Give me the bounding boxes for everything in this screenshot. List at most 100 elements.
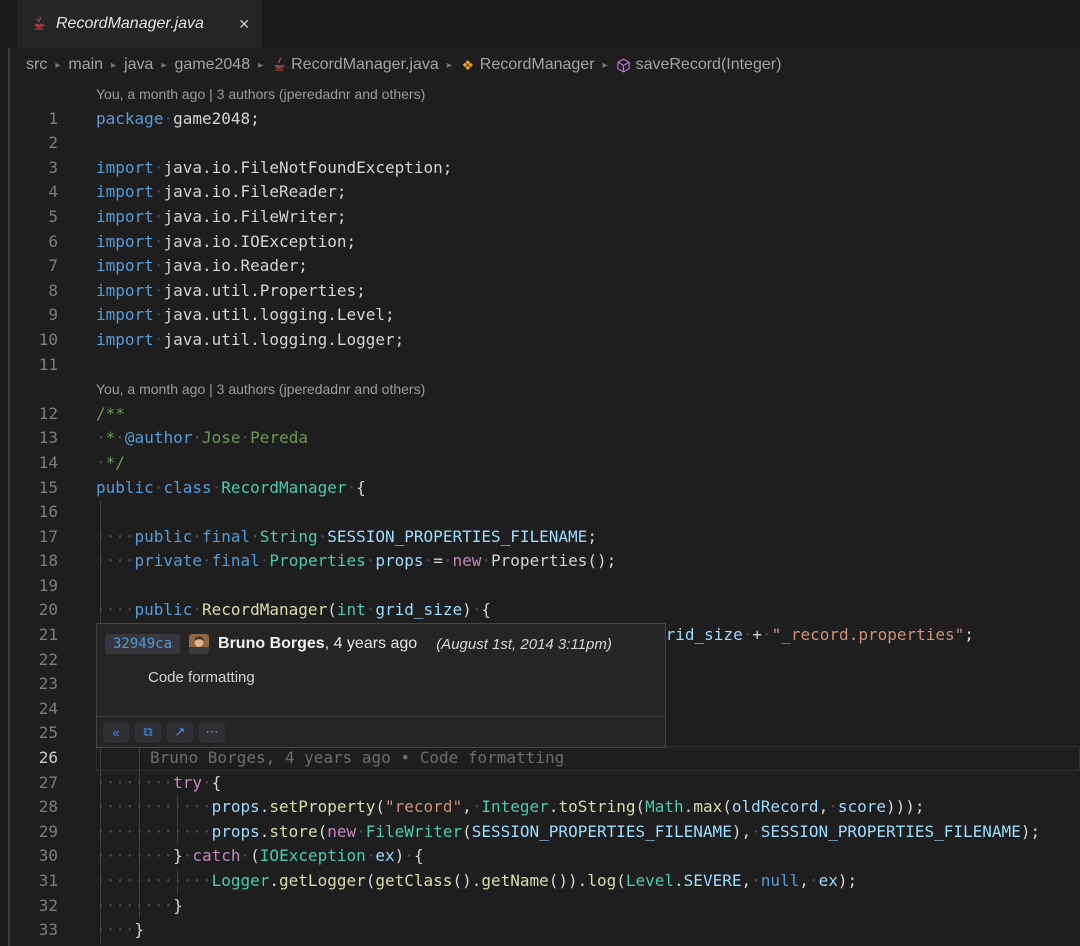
editor-left-edge [0, 48, 8, 946]
breadcrumb-item-game2048[interactable]: game2048 [174, 56, 250, 74]
line-number[interactable]: 25 [0, 721, 96, 746]
code-line-7[interactable]: import·java.io.Reader; [96, 254, 1080, 279]
prev-revision-button[interactable]: « [103, 722, 129, 743]
code-line-29[interactable]: ············props.store(new·FileWriter(S… [96, 820, 1080, 845]
line-number[interactable]: 17 [0, 525, 96, 550]
code-line-15[interactable]: public·class·RecordManager·{ [96, 476, 1080, 501]
line-number[interactable]: 13 [0, 426, 96, 451]
close-icon[interactable]: ✕ [238, 16, 250, 33]
line-number[interactable]: 30 [0, 844, 96, 869]
code-line-9[interactable]: import·java.util.logging.Level; [96, 303, 1080, 328]
code-line-2[interactable] [96, 131, 1080, 156]
code-line-4[interactable]: import·java.io.FileReader; [96, 180, 1080, 205]
line-number[interactable]: 15 [0, 476, 96, 501]
editor-row-10: 10import·java.util.logging.Logger; [0, 328, 1080, 353]
code-line-30[interactable]: ········}·catch·(IOException·ex)·{ [96, 844, 1080, 869]
line-number[interactable]: 29 [0, 820, 96, 845]
line-number[interactable]: 24 [0, 697, 96, 722]
line-number[interactable]: 11 [0, 353, 96, 378]
code-line-19[interactable] [96, 574, 1080, 599]
line-number[interactable]: 6 [0, 230, 96, 255]
breadcrumb-item-java[interactable]: java [124, 56, 153, 74]
line-number[interactable]: 14 [0, 451, 96, 476]
line-number[interactable]: 23 [0, 672, 96, 697]
tab-recordmanager[interactable]: RecordManager.java ✕ [17, 0, 262, 48]
breadcrumb-item-saverecord-integer-[interactable]: saveRecord(Integer) [616, 56, 782, 74]
code-line-28[interactable]: ············props.setProperty("record",·… [96, 795, 1080, 820]
breadcrumb-item-recordmanager-java[interactable]: RecordManager.java [271, 56, 439, 74]
code-line-16[interactable] [96, 500, 1080, 525]
code-line-20[interactable]: ····public·RecordManager(int·grid_size)·… [96, 598, 1080, 623]
line-number[interactable]: 3 [0, 156, 96, 181]
line-number[interactable]: 9 [0, 303, 96, 328]
breadcrumb-label: java [124, 56, 153, 74]
line-number[interactable]: 12 [0, 402, 96, 427]
code-line-1[interactable]: package·game2048; [96, 107, 1080, 132]
commit-message: Code formatting [97, 669, 665, 686]
editor-row-27: 27········try·{ [0, 771, 1080, 796]
line-number[interactable]: 2 [0, 131, 96, 156]
indent-guide [177, 795, 178, 820]
line-number[interactable]: 33 [0, 918, 96, 943]
code-line-31[interactable]: ············Logger.getLogger(getClass().… [96, 869, 1080, 894]
code-line-11[interactable] [96, 353, 1080, 378]
line-number[interactable]: 32 [0, 894, 96, 919]
editor-row-11: 11 [0, 353, 1080, 378]
open-commit-button[interactable]: ↗ [167, 722, 193, 743]
code-line-18[interactable]: ····private·final·Properties·props·=·new… [96, 549, 1080, 574]
line-number[interactable]: 20 [0, 598, 96, 623]
indent-guide [139, 894, 140, 919]
compare-commit-button[interactable]: ⧉ [135, 722, 161, 743]
line-number[interactable]: 18 [0, 549, 96, 574]
breadcrumb-separator-icon: ▸ [257, 60, 264, 71]
commit-hash-badge[interactable]: 32949ca [105, 634, 180, 654]
line-number[interactable]: 1 [0, 107, 96, 132]
line-number[interactable]: 10 [0, 328, 96, 353]
code-line-32[interactable]: ········} [96, 894, 1080, 919]
editor-row-12: 12/** [0, 402, 1080, 427]
line-number[interactable]: 16 [0, 500, 96, 525]
code-line-26[interactable]: Bruno Borges, 4 years ago • Code formatt… [96, 746, 1080, 771]
line-number[interactable]: 26 [0, 746, 96, 771]
code-line-3[interactable]: import·java.io.FileNotFoundException; [96, 156, 1080, 181]
breadcrumb-label: main [68, 56, 103, 74]
breadcrumb-item-recordmanager[interactable]: ❖RecordManager [460, 56, 595, 74]
code-line-10[interactable]: import·java.util.logging.Logger; [96, 328, 1080, 353]
code-line-27[interactable]: ········try·{ [96, 771, 1080, 796]
indent-guide [177, 820, 178, 845]
code-line-17[interactable]: ····public·final·String·SESSION_PROPERTI… [96, 525, 1080, 550]
code-line-12[interactable]: /** [96, 402, 1080, 427]
code-line-33[interactable]: ····} [96, 918, 1080, 943]
code-line-5[interactable]: import·java.io.FileWriter; [96, 205, 1080, 230]
line-number[interactable]: 4 [0, 180, 96, 205]
line-number[interactable]: 21 [0, 623, 96, 648]
code-line-13[interactable]: ·*·@author·Jose·Pereda [96, 426, 1080, 451]
line-number[interactable]: 19 [0, 574, 96, 599]
codelens-blame[interactable]: You, a month ago | 3 authors (jperedadnr… [0, 377, 1080, 402]
line-number[interactable]: 5 [0, 205, 96, 230]
code-line-8[interactable]: import·java.util.Properties; [96, 279, 1080, 304]
line-number[interactable]: 31 [0, 869, 96, 894]
editor-row-31: 31············Logger.getLogger(getClass(… [0, 869, 1080, 894]
indent-guide [100, 574, 101, 599]
line-number[interactable]: 27 [0, 771, 96, 796]
codelens-blame[interactable]: You, a month ago | 3 authors (jperedadnr… [0, 82, 1080, 107]
breadcrumb-label: RecordManager [480, 56, 595, 74]
inline-blame: Bruno Borges, 4 years ago • Code formatt… [150, 746, 564, 771]
line-number[interactable]: 7 [0, 254, 96, 279]
line-number[interactable]: 22 [0, 648, 96, 673]
code-line-14[interactable]: ·*/ [96, 451, 1080, 476]
breadcrumb-item-src[interactable]: src [26, 56, 47, 74]
breadcrumb-label: game2048 [174, 56, 250, 74]
more-actions-button[interactable]: ⋯ [199, 722, 225, 743]
editor-row-19: 19 [0, 574, 1080, 599]
line-number[interactable]: 8 [0, 279, 96, 304]
code-line-6[interactable]: import·java.io.IOException; [96, 230, 1080, 255]
editor-row-1: 1package·game2048; [0, 107, 1080, 132]
line-number[interactable]: 28 [0, 795, 96, 820]
editor-row-5: 5import·java.io.FileWriter; [0, 205, 1080, 230]
tab-bar: RecordManager.java ✕ [0, 0, 1080, 48]
code-editor[interactable]: You, a month ago | 3 authors (jperedadnr… [0, 82, 1080, 946]
indent-guide [100, 918, 101, 943]
breadcrumb-item-main[interactable]: main [68, 56, 103, 74]
